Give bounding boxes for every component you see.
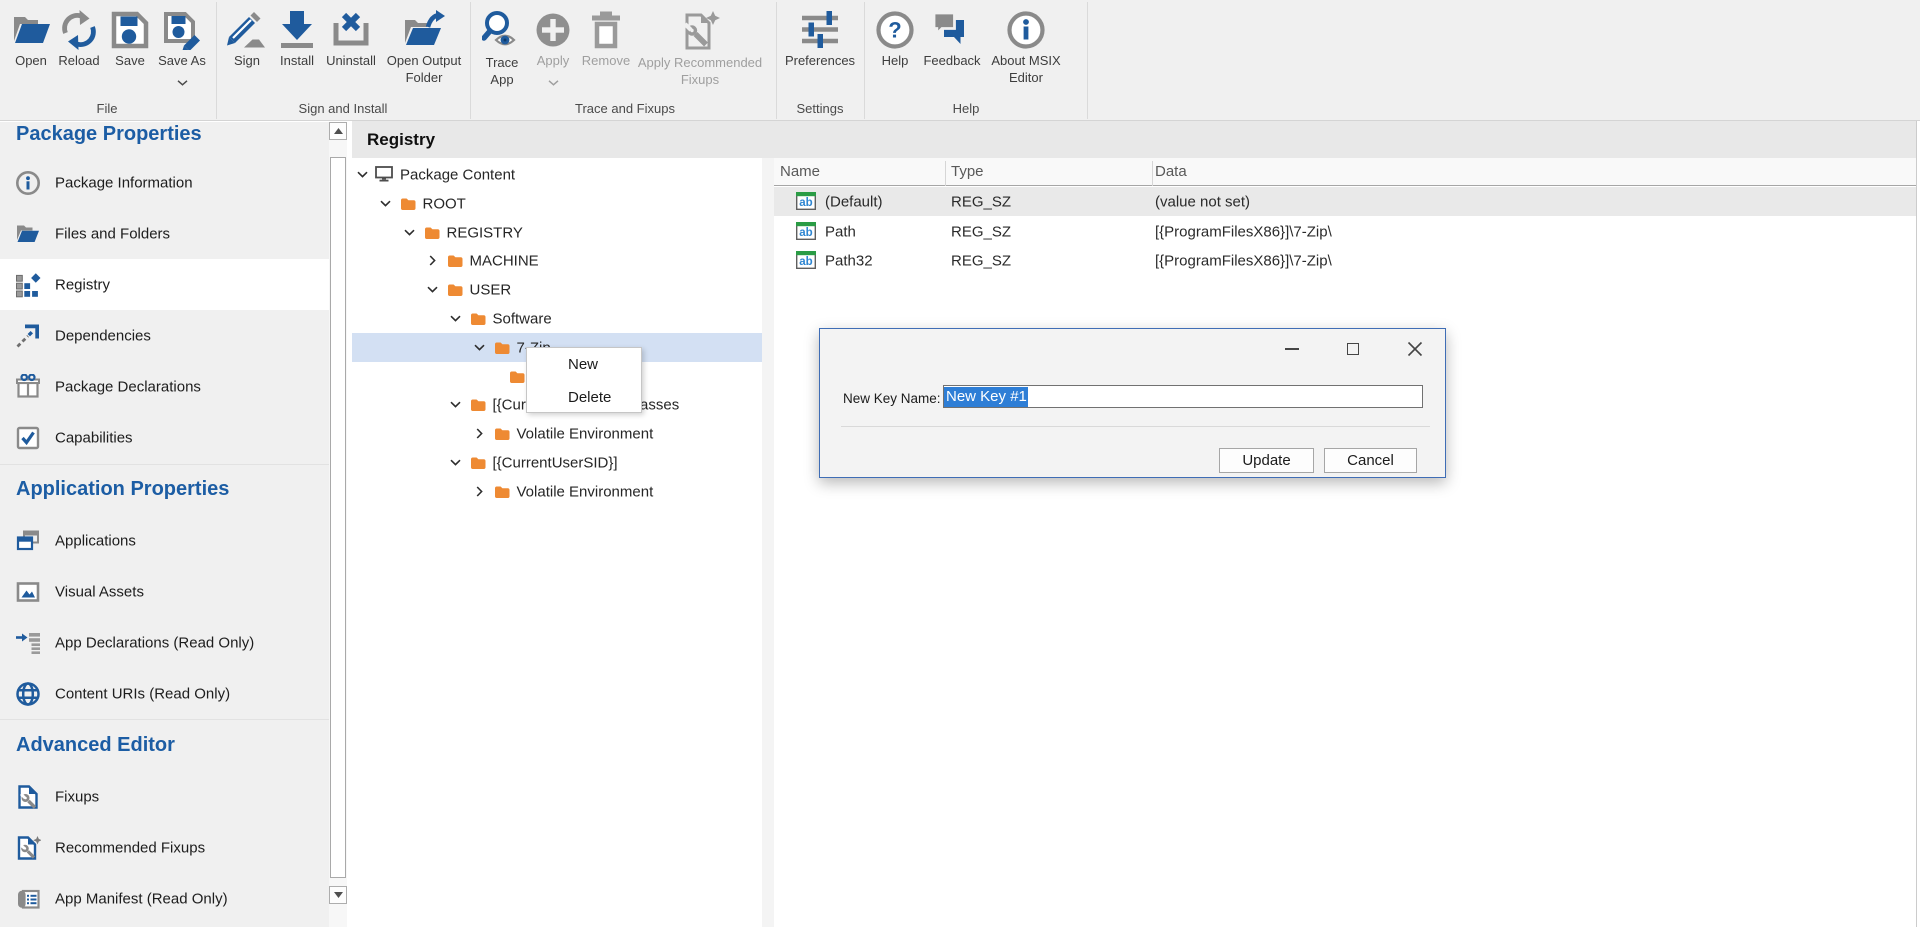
svg-text:?: ? [888,18,901,43]
svg-text:ab: ab [799,256,812,268]
svg-text:ab: ab [799,227,812,239]
svg-text:ab: ab [799,197,812,209]
